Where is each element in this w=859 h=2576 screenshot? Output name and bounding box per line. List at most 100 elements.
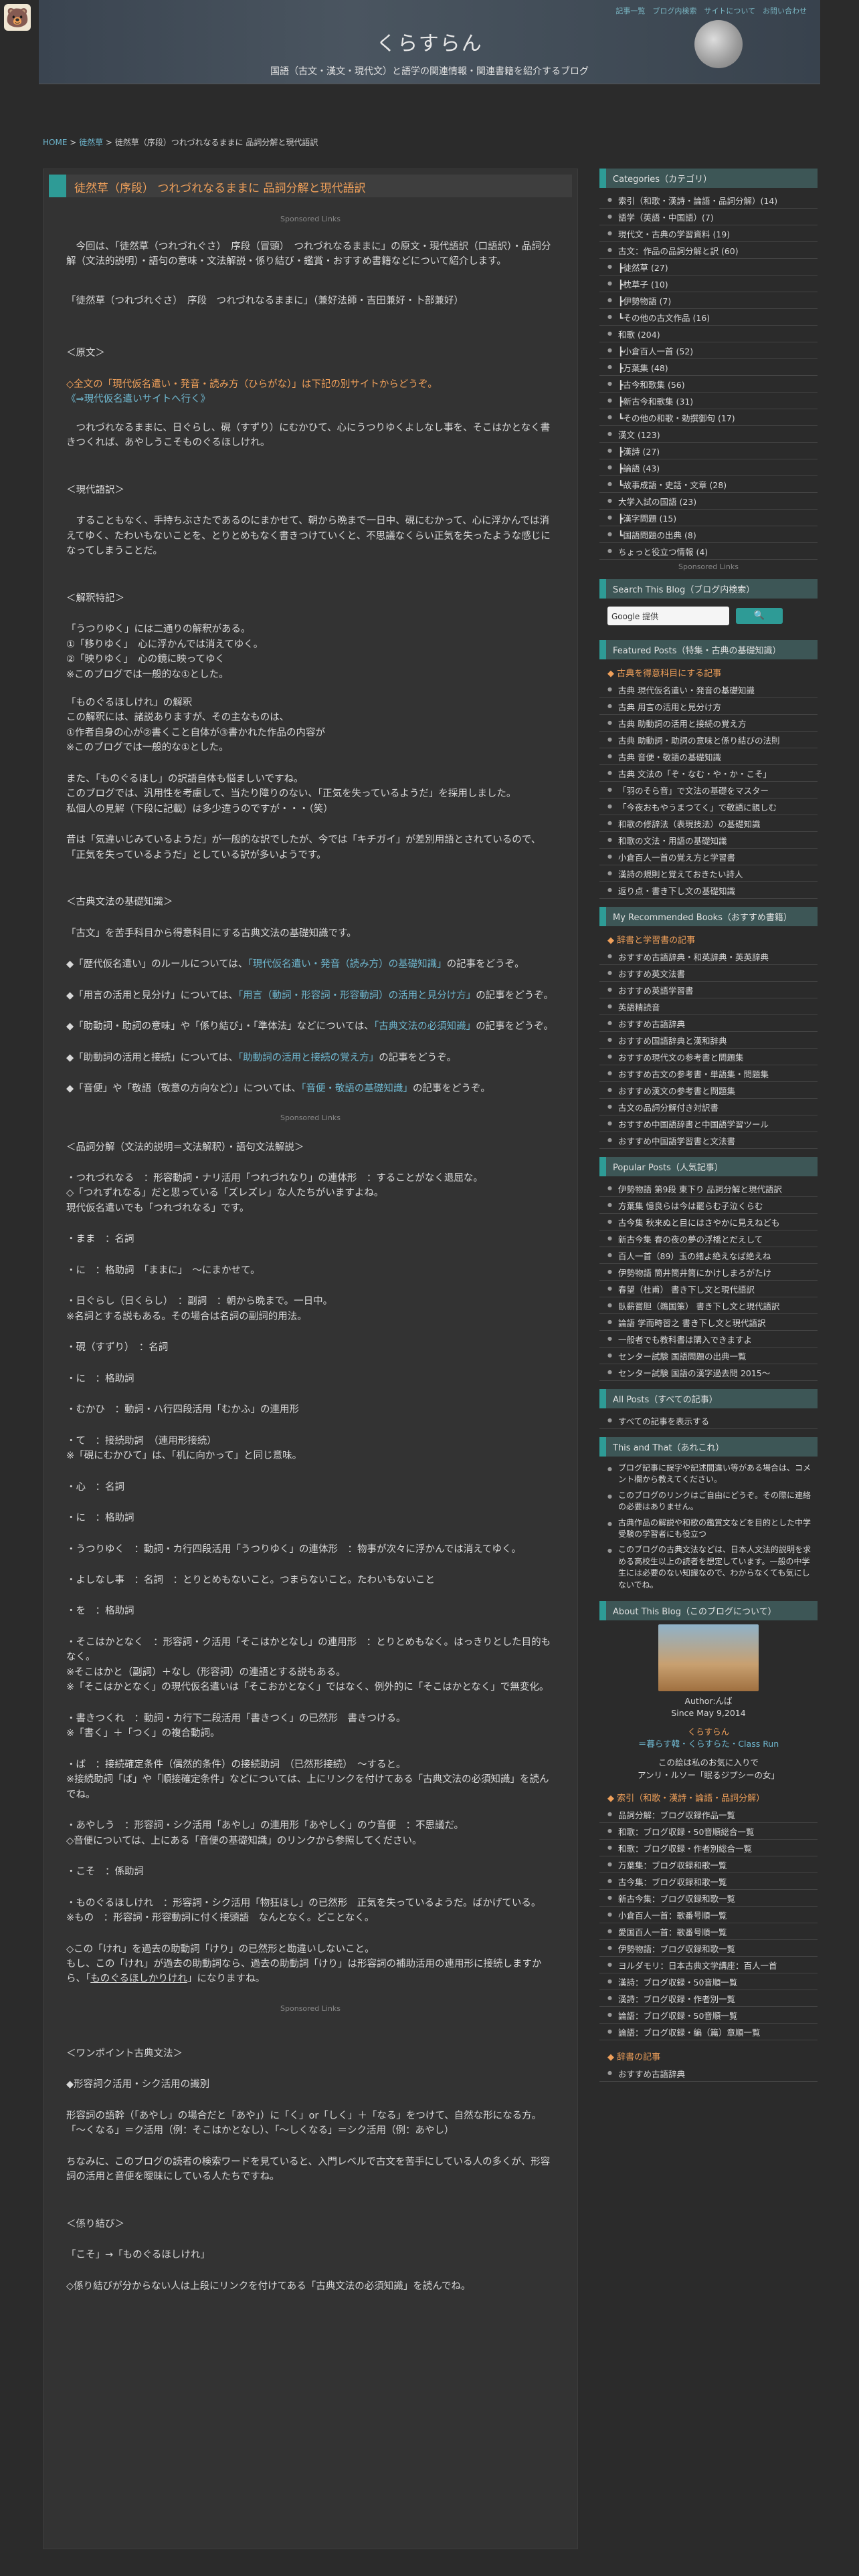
widget-about: About This Blog（このブログについて） Author:んば Sin… — [599, 1600, 818, 2082]
recommended-link[interactable]: おすすめ英語学習書 — [599, 982, 818, 998]
recommended-link[interactable]: おすすめ古語辞典・和英辞典・英英辞典 — [599, 948, 818, 965]
recommended-link[interactable]: おすすめ漢文の参考書と問題集 — [599, 1082, 818, 1099]
blog-title[interactable]: くらすらん — [39, 27, 820, 56]
category-link[interactable]: ┣新古今和歌集 (31) — [599, 393, 818, 409]
category-link[interactable]: ┣伊勢物語 (7) — [599, 292, 818, 309]
recommended-link[interactable]: おすすめ中国語辞書と中国語学習ツール — [599, 1115, 818, 1132]
index-link[interactable]: 品詞分解：ブログ収録作品一覧 — [599, 1806, 818, 1823]
search-input[interactable]: Google 提供 — [607, 607, 729, 625]
all-posts-link[interactable]: すべての記事を表示する — [599, 1412, 818, 1429]
popular-link[interactable]: 臥薪嘗胆（鵜国策） 書き下し文と現代語訳 — [599, 1297, 818, 1314]
popular-link[interactable]: 方葉集 憶良らは今は罷らむ子泣くらむ — [599, 1197, 818, 1214]
search-button[interactable]: 🔍 — [736, 608, 783, 624]
widget-title-categories: Categories（カテゴリ） — [599, 169, 818, 188]
popular-link[interactable]: 春望（杜甫） 書き下し文と現代語訳 — [599, 1281, 818, 1297]
category-link[interactable]: ┣論語 (43) — [599, 459, 818, 476]
popular-link[interactable]: 伊勢物語 筒井筒井筒にかけしまろがたけ — [599, 1264, 818, 1281]
tat-item: このブログのリンクはご自由にどうぞ。その際に連絡の必要はありません。 — [599, 1488, 818, 1515]
mascot-icon[interactable]: 🐻 — [4, 4, 31, 31]
category-link[interactable]: ┣万葉集 (48) — [599, 359, 818, 376]
index-link[interactable]: 愛国百人一首：歌番号順一覧 — [599, 1923, 818, 1940]
category-link[interactable]: ┣徒然草 (27) — [599, 259, 818, 276]
top-nav[interactable]: 記事一覧 ブログ内検索 サイトについて お問い合わせ — [615, 5, 807, 16]
featured-link[interactable]: 「羽のそら音」で文法の基礎をマスター — [599, 782, 818, 798]
recommended-link[interactable]: おすすめ古語辞典 — [599, 1015, 818, 1032]
featured-link[interactable]: 返り点・書き下し文の基礎知識 — [599, 882, 818, 899]
category-link[interactable]: ┣古今和歌集 (56) — [599, 376, 818, 393]
category-link[interactable]: 和歌 (204) — [599, 326, 818, 342]
category-link[interactable]: ちょっと役立つ情報 (4) — [599, 543, 818, 560]
index-link[interactable]: ヨルダモリ：日本古典文学講座：百人一首 — [599, 1957, 818, 1973]
featured-link[interactable]: 小倉百人一首の覚え方と学習書 — [599, 849, 818, 865]
popular-link[interactable]: 新古今集 春の夜の夢の浮橋とだえして — [599, 1230, 818, 1247]
featured-link[interactable]: 古典 文法の「ぞ・なむ・や・か・こそ」 — [599, 765, 818, 782]
dict-subheading: ◆ 辞書の記事 — [607, 2052, 661, 2062]
category-link[interactable]: ┗故事成語・史話・文章 (28) — [599, 476, 818, 493]
popular-link[interactable]: センター試験 国語の漢字過去問 2015〜 — [599, 1364, 818, 1381]
category-link[interactable]: 索引（和歌・漢詩・論語・品詞分解）(14) — [599, 192, 818, 209]
category-link[interactable]: ┗国語問題の出典 (8) — [599, 526, 818, 543]
index-link[interactable]: 小倉百人一首：歌番号順一覧 — [599, 1907, 818, 1923]
widget-title-search: Search This Blog（ブログ内検索） — [599, 579, 818, 599]
index-link[interactable]: 論語：ブログ収録・編（篇）章順一覧 — [599, 2024, 818, 2040]
category-link[interactable]: 漢文 (123) — [599, 426, 818, 443]
link-kana-basics[interactable]: 「現代仮名遣い・発音（読み方）の基礎知識」 — [248, 959, 446, 970]
popular-link[interactable]: センター試験 国語問題の出典一覧 — [599, 1348, 818, 1364]
hinshi-7: ・むかひ ：動詞・ハ行四段活用「むかふ」の連用形 — [66, 1404, 299, 1416]
recommended-link[interactable]: おすすめ古文の参考書・単語集・問題集 — [599, 1065, 818, 1082]
link-grammar-essentials[interactable]: 「古典文法の必須知識」 — [374, 1021, 476, 1032]
featured-link[interactable]: 和歌の修辞法（表現技法）の基礎知識 — [599, 815, 818, 832]
category-link[interactable]: ┗その他の和歌・勅撰御句 (17) — [599, 409, 818, 426]
breadcrumb-home[interactable]: HOME — [43, 138, 67, 147]
index-link[interactable]: 新古今集：ブログ収録和歌一覧 — [599, 1890, 818, 1907]
author-name: Author:んば — [684, 1695, 733, 1706]
featured-link[interactable]: 漢詩の規則と覚えておきたい詩人 — [599, 865, 818, 882]
popular-link[interactable]: 伊勢物語 第9段 東下り 品詞分解と現代語訳 — [599, 1180, 818, 1197]
featured-link[interactable]: 古典 音便・敬語の基礎知識 — [599, 748, 818, 765]
recommended-link[interactable]: おすすめ英文法書 — [599, 965, 818, 982]
link-jodoushi[interactable]: 「助動詞の活用と接続の覚え方」 — [238, 1053, 379, 1063]
category-link[interactable]: ┗その他の古文作品 (16) — [599, 309, 818, 326]
popular-link[interactable]: 一般者でも教科書は購入できますよ — [599, 1331, 818, 1348]
index-link[interactable]: 論語：ブログ収録・50音順一覧 — [599, 2007, 818, 2024]
recommended-link[interactable]: 英語精読音 — [599, 998, 818, 1015]
featured-link[interactable]: 「今夜おもやうまつてく」で敬語に親しむ — [599, 798, 818, 815]
index-link[interactable]: 万葉集：ブログ収録和歌一覧 — [599, 1856, 818, 1873]
category-list: 索引（和歌・漢詩・論語・品詞分解）(14)語学（英語・中国語）(7)現代文・古典… — [599, 192, 818, 560]
index-link[interactable]: 漢詩：ブログ収録・50音順一覧 — [599, 1973, 818, 1990]
breadcrumb-category[interactable]: 徒然草 — [79, 138, 103, 147]
search-placeholder: Google 提供 — [611, 612, 659, 621]
featured-link[interactable]: 和歌の文法・用語の基礎知識 — [599, 832, 818, 849]
hinshi-6: ・に ：格助詞 — [66, 1373, 134, 1384]
featured-link[interactable]: 古典 現代仮名遣い・発音の基礎知識 — [599, 681, 818, 698]
category-link[interactable]: ┣枕草子 (10) — [599, 276, 818, 292]
featured-link[interactable]: 古典 助動詞の活用と接続の覚え方 — [599, 715, 818, 732]
index-link[interactable]: 伊勢物語：ブログ収録和歌一覧 — [599, 1940, 818, 1957]
popular-link[interactable]: 古今集 秋来ぬと目にはさやかに見えねども — [599, 1214, 818, 1230]
recommended-link[interactable]: おすすめ国語辞典と漢和辞典 — [599, 1032, 818, 1049]
index-link[interactable]: 古今集：ブログ収録和歌一覧 — [599, 1873, 818, 1890]
index-link[interactable]: 和歌：ブログ収録・作者別総合一覧 — [599, 1840, 818, 1856]
featured-link[interactable]: 古典 用言の活用と見分け方 — [599, 698, 818, 715]
hinshi-12: ・よしなし事 ：名詞 ：とりとめもないこと。つまらないこと。たわいもないこと — [66, 1575, 435, 1586]
recommended-link[interactable]: おすすめ中国語学習書と文法書 — [599, 1132, 818, 1149]
category-link[interactable]: 語学（英語・中国語）(7) — [599, 209, 818, 225]
category-link[interactable]: ┣漢詩 (27) — [599, 443, 818, 459]
category-link[interactable]: 古文：作品の品詞分解と訳 (60) — [599, 242, 818, 259]
category-link[interactable]: 現代文・古典の学習資料 (19) — [599, 225, 818, 242]
index-link[interactable]: 漢詩：ブログ収録・作者別一覧 — [599, 1990, 818, 2007]
popular-link[interactable]: 論語 学而時習之 書き下し文と現代語訳 — [599, 1314, 818, 1331]
link-yougen[interactable]: 「用言（動詞・形容詞・形容動詞）の活用と見分け方」 — [238, 990, 476, 1001]
category-link[interactable]: ┣漢字問題 (15) — [599, 510, 818, 526]
index-link[interactable]: 和歌：ブログ収録・50音順総合一覧 — [599, 1823, 818, 1840]
kana-site-link[interactable]: 《⇒現代仮名遣いサイトへ行く》 — [66, 394, 210, 405]
sponsored-label-3: Sponsored Links — [280, 2004, 341, 2013]
popular-link[interactable]: 百人一首（89）玉の緒よ絶えなば絶えね — [599, 1247, 818, 1264]
recommended-link[interactable]: おすすめ現代文の参考書と問題集 — [599, 1049, 818, 1065]
category-link[interactable]: ┣小倉百人一首 (52) — [599, 342, 818, 359]
link-onbin-keigo[interactable]: 「音便・敬語の基礎知識」 — [301, 1083, 413, 1094]
dict-link[interactable]: おすすめ古語辞典 — [599, 2065, 818, 2082]
category-link[interactable]: 大学入試の国語 (23) — [599, 493, 818, 510]
featured-link[interactable]: 古典 助動詞・助詞の意味と係り結びの法則 — [599, 732, 818, 748]
recommended-link[interactable]: 古文の品詞分解付き対訳書 — [599, 1099, 818, 1115]
